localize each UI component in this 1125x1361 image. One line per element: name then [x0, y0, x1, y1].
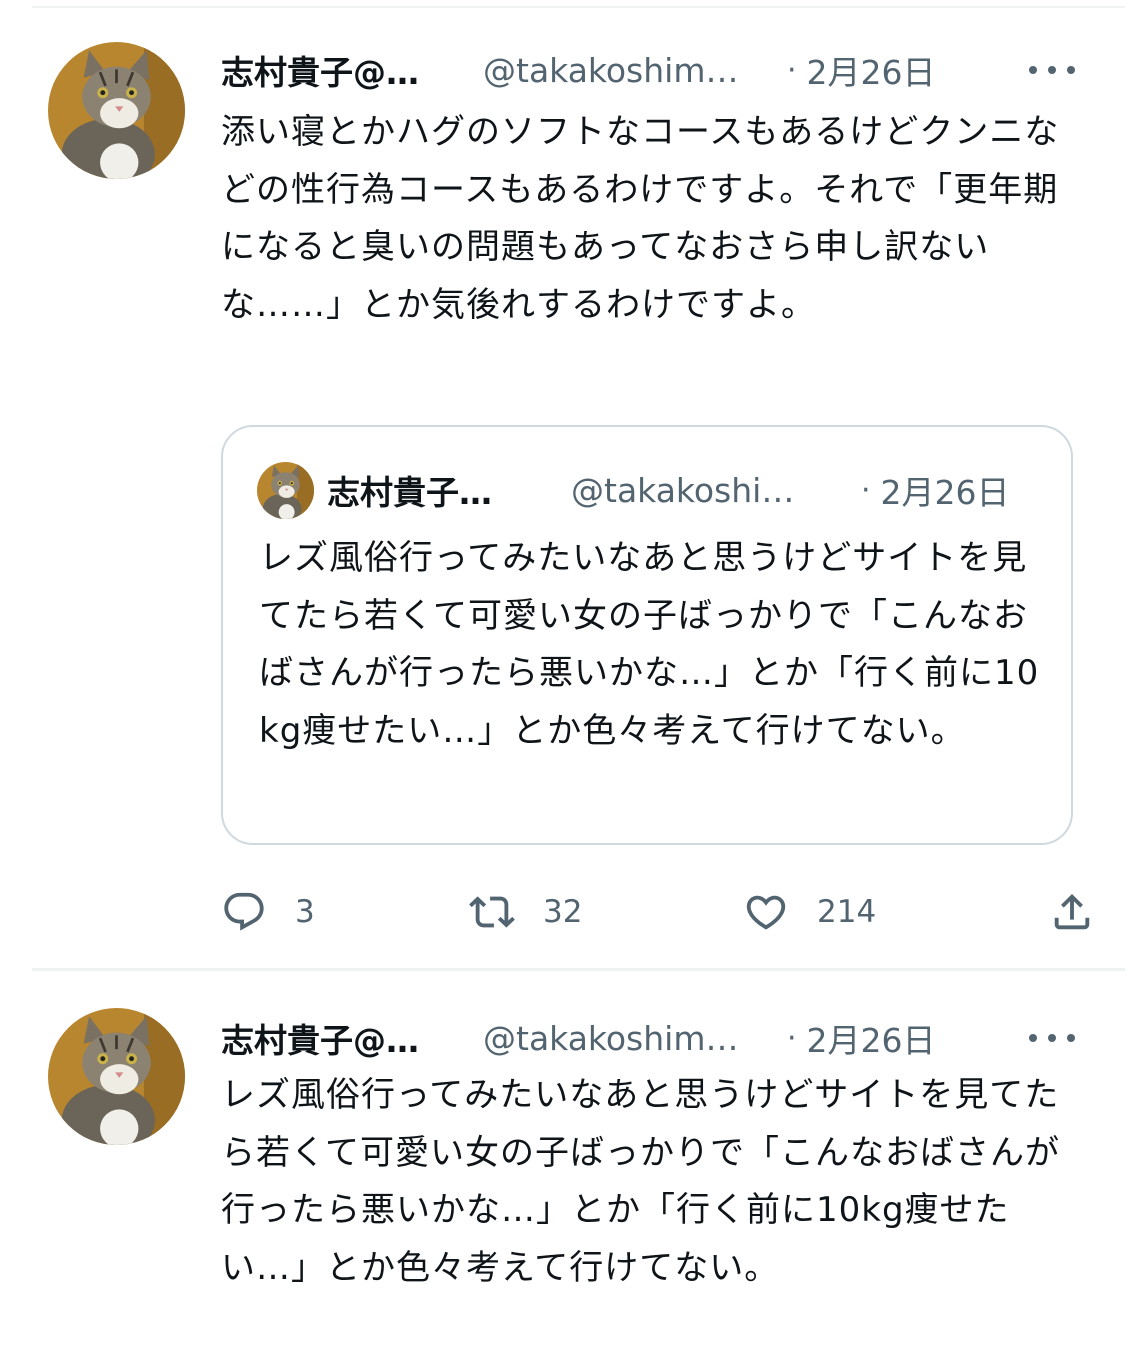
- quoted-header: 志村貴子… @takakoshi… · 2月26日: [327, 460, 1041, 520]
- quoted-tweet[interactable]: 志村貴子… @takakoshi… · 2月26日 レズ風俗行ってみたいなあと思…: [221, 425, 1073, 845]
- tweet[interactable]: 志村貴子@… @takakoshim… · 2月26日 添い寝とかハグのソフトな…: [0, 0, 1125, 970]
- retweet-arrows-icon: [469, 896, 515, 928]
- tweet-text: レズ風俗行ってみたいなあと思うけどサイトを見てたら若くて可愛い女の子ばっかりで「…: [221, 1075, 1060, 1288]
- separator-dot: ·: [787, 1020, 797, 1056]
- avatar[interactable]: [48, 42, 185, 179]
- cat-avatar-icon: [257, 462, 314, 519]
- quoted-author-name: 志村貴子…: [327, 473, 492, 512]
- quoted-avatar: [257, 462, 314, 519]
- separator-dot: ·: [787, 52, 797, 88]
- author-handle[interactable]: @takakoshim…: [483, 1019, 767, 1058]
- tweet-date[interactable]: 2月26日: [807, 46, 936, 94]
- tweet-header: 志村貴子@… @takakoshim… · 2月26日: [221, 1008, 1095, 1068]
- share-upload-icon: [1054, 893, 1090, 930]
- avatar[interactable]: [48, 1008, 185, 1145]
- retweet-button[interactable]: 32: [469, 880, 582, 944]
- quoted-text: レズ風俗行ってみたいなあと思うけどサイトを見てたら若くて可愛い女の子ばっかりで「…: [259, 538, 1040, 751]
- author-handle[interactable]: @takakoshim…: [483, 51, 767, 90]
- author-name[interactable]: 志村貴子@…: [221, 1014, 459, 1062]
- share-button[interactable]: [1049, 880, 1095, 944]
- reply-button[interactable]: 3: [221, 880, 315, 944]
- separator-dot: ·: [861, 472, 871, 508]
- more-horizontal-icon[interactable]: [1029, 1018, 1075, 1058]
- quoted-date: 2月26日: [880, 473, 1010, 512]
- tweet-divider: [32, 968, 1125, 971]
- like-button[interactable]: 214: [743, 880, 876, 944]
- action-bar: 3 32 214: [221, 880, 1095, 944]
- reply-count: 3: [295, 894, 315, 930]
- cat-avatar-icon: [48, 42, 185, 179]
- tweet-date[interactable]: 2月26日: [807, 1014, 936, 1062]
- reply-bubble-icon: [224, 892, 264, 931]
- tweet-text: 添い寝とかハグのソフトなコースもあるけどクンニなどの性行為コースもあるわけですよ…: [221, 112, 1060, 325]
- cat-avatar-icon: [48, 1008, 185, 1145]
- heart-icon: [746, 895, 786, 930]
- like-count: 214: [817, 894, 877, 930]
- tweet-header: 志村貴子@… @takakoshim… · 2月26日: [221, 40, 1095, 100]
- retweet-count: 32: [543, 894, 583, 930]
- more-horizontal-icon[interactable]: [1029, 50, 1075, 90]
- quoted-author-handle: @takakoshi…: [571, 470, 795, 510]
- tweet[interactable]: 志村貴子@… @takakoshim… · 2月26日 レズ風俗行ってみたいなあ…: [0, 972, 1125, 1361]
- author-name[interactable]: 志村貴子@…: [221, 46, 459, 94]
